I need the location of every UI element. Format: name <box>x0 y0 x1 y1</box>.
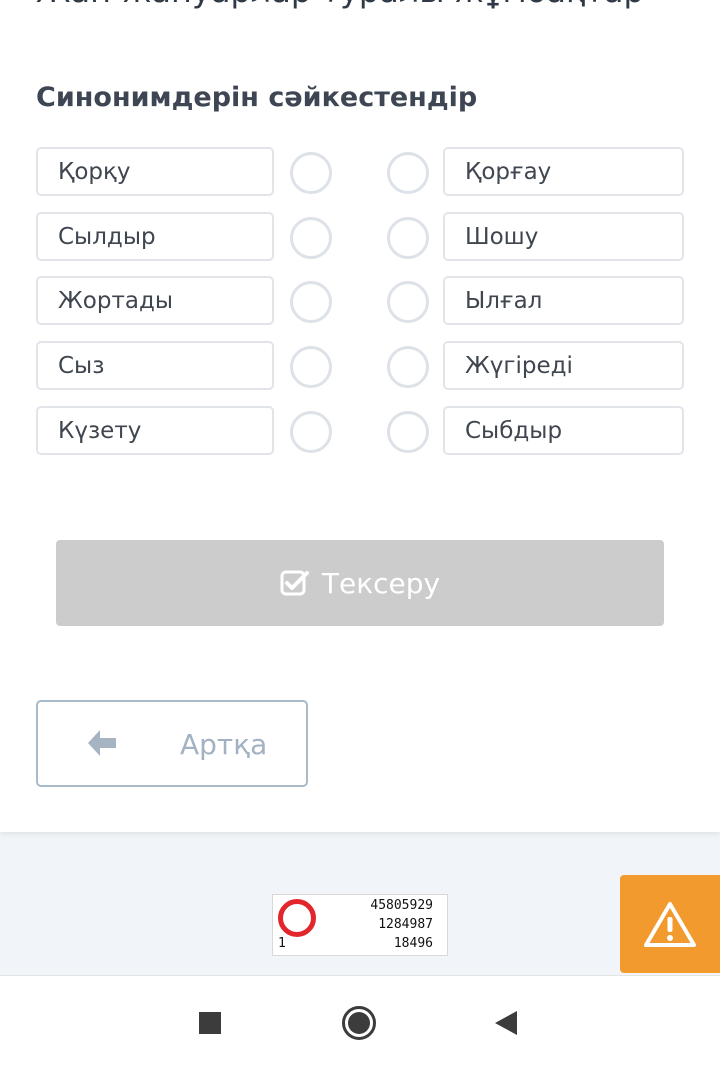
right-word-2[interactable]: Шошу <box>443 212 684 261</box>
check-button-label: Тексеру <box>321 566 441 600</box>
right-connector-dot-1[interactable] <box>387 152 429 194</box>
back-button[interactable]: Артқа <box>36 700 308 787</box>
counter-corner-value: 1 <box>278 936 286 951</box>
counter-line-2: 1284987 <box>378 917 433 932</box>
counter-line-3: 18496 <box>393 936 433 951</box>
checkbox-check-icon <box>280 570 309 596</box>
check-button[interactable]: Тексеру <box>56 540 664 626</box>
page-title: Жан-жануарлар туралы жұмбақтар <box>36 0 644 10</box>
report-button[interactable] <box>620 875 720 973</box>
right-connector-dot-3[interactable] <box>387 281 429 323</box>
visit-counter[interactable]: 45805929 1284987 18496 1 <box>272 894 448 956</box>
counter-logo-icon <box>278 899 316 937</box>
left-word-3[interactable]: Жортады <box>36 276 274 325</box>
triangle-back-icon[interactable] <box>493 1009 519 1037</box>
right-word-4[interactable]: Жүгіреді <box>443 341 684 390</box>
left-word-5[interactable]: Күзету <box>36 406 274 455</box>
left-connector-dot-3[interactable] <box>290 281 332 323</box>
left-word-1[interactable]: Қорқу <box>36 147 274 196</box>
right-connector-dot-4[interactable] <box>387 346 429 388</box>
left-word-4[interactable]: Сыз <box>36 341 274 390</box>
right-connector-dot-2[interactable] <box>387 217 429 259</box>
system-navigation-bar <box>0 975 720 1071</box>
left-word-2[interactable]: Сылдыр <box>36 212 274 261</box>
left-connector-dot-5[interactable] <box>290 411 332 453</box>
right-connector-dot-5[interactable] <box>387 411 429 453</box>
task-title: Синонимдерін сәйкестендір <box>36 82 478 113</box>
back-button-label: Артқа <box>180 728 268 761</box>
task-card: Жан-жануарлар туралы жұмбақтар Синонимде… <box>0 0 720 832</box>
right-word-5[interactable]: Сыбдыр <box>443 406 684 455</box>
circle-icon[interactable] <box>341 1005 377 1041</box>
left-connector-dot-2[interactable] <box>290 217 332 259</box>
right-word-3[interactable]: Ылғал <box>443 276 684 325</box>
right-word-1[interactable]: Қорғау <box>443 147 684 196</box>
arrow-left-icon <box>88 730 116 756</box>
left-connector-dot-1[interactable] <box>290 152 332 194</box>
left-connector-dot-4[interactable] <box>290 346 332 388</box>
counter-line-1: 45805929 <box>370 898 433 913</box>
warning-triangle-icon <box>644 902 696 947</box>
square-icon[interactable] <box>198 1011 222 1035</box>
